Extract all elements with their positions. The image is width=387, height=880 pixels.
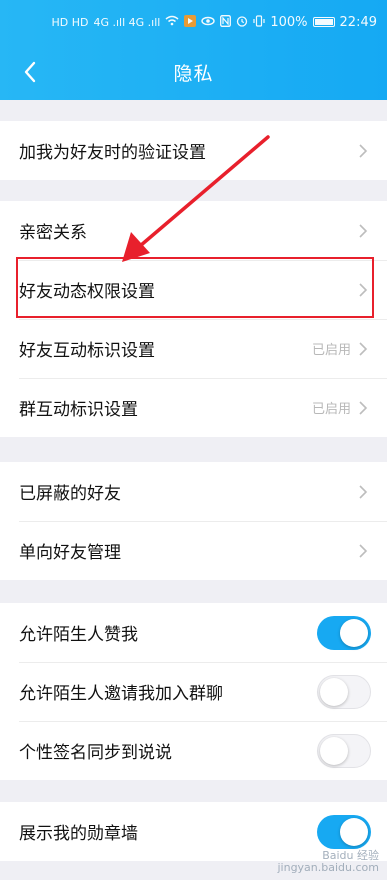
nav-row: 隐私 (0, 44, 387, 100)
watermark: Baidu 经验 jingyan.baidu.com (277, 850, 379, 874)
toggle-knob (340, 817, 368, 846)
chevron-right-icon (359, 143, 368, 158)
back-button[interactable] (12, 44, 48, 100)
row-friend-feed-permissions[interactable]: 好友动态权限设置 (0, 260, 387, 319)
row-right (355, 223, 371, 239)
row-right: 已启用 (312, 339, 371, 358)
watermark-line2: jingyan.baidu.com (277, 861, 379, 874)
row-sync-signature: 个性签名同步到说说 (0, 721, 387, 780)
row-label: 好友互动标识设置 (19, 341, 155, 361)
toggle-knob (320, 736, 348, 765)
status-bar: HD HD 4G .ıll 4G .ıll 100% 22:49 (0, 0, 387, 44)
row-label: 单向好友管理 (19, 543, 121, 563)
row-friend-verification[interactable]: 加我为好友时的验证设置 (0, 121, 387, 180)
toggle-switch[interactable] (317, 615, 371, 650)
row-right (355, 143, 371, 159)
battery-percent: 100% (270, 14, 308, 30)
toggle-knob (320, 677, 348, 706)
row-allow-stranger-group-invites: 允许陌生人邀请我加入群聊 (0, 662, 387, 721)
row-label: 已屏蔽的好友 (19, 484, 121, 504)
chevron-left-icon (24, 61, 36, 83)
settings-section-relations: 亲密关系 好友动态权限设置 好友互动标识设置 已启用 群互动标识设置 已启用 (0, 201, 387, 437)
row-friend-interaction-badge[interactable]: 好友互动标识设置 已启用 (0, 319, 387, 378)
row-label: 允许陌生人邀请我加入群聊 (19, 684, 223, 704)
nfc-icon (220, 14, 232, 30)
page-title: 隐私 (173, 62, 214, 85)
row-one-way-friends[interactable]: 单向好友管理 (0, 521, 387, 580)
row-right: 已启用 (312, 398, 371, 417)
wifi-icon (165, 15, 179, 29)
chevron-right-icon (359, 341, 368, 356)
row-allow-stranger-likes: 允许陌生人赞我 (0, 603, 387, 662)
toggle-knob (340, 618, 368, 647)
alarm-icon (236, 15, 248, 30)
battery-icon (312, 17, 335, 27)
network-badge: HD HD (51, 15, 89, 29)
settings-section-verification: 加我为好友时的验证设置 (0, 121, 387, 180)
row-label: 展示我的勋章墙 (19, 824, 138, 844)
row-label: 亲密关系 (19, 223, 87, 243)
row-group-interaction-badge[interactable]: 群互动标识设置 已启用 (0, 378, 387, 437)
status-text: 已启用 (311, 343, 351, 358)
row-intimate-relations[interactable]: 亲密关系 (0, 201, 387, 260)
row-right (355, 543, 371, 559)
row-label: 加我为好友时的验证设置 (19, 143, 206, 163)
row-right (355, 484, 371, 500)
eye-icon (201, 16, 216, 29)
chevron-right-icon (359, 223, 368, 238)
row-label: 允许陌生人赞我 (19, 625, 138, 645)
vibrate-icon (253, 14, 265, 30)
chevron-right-icon (359, 543, 368, 558)
row-right (355, 282, 371, 298)
status-icons: HD HD 4G .ıll 4G .ıll 100% 22:49 (51, 14, 377, 30)
settings-section-blocked: 已屏蔽的好友 单向好友管理 (0, 462, 387, 580)
row-blocked-friends[interactable]: 已屏蔽的好友 (0, 462, 387, 521)
app-notification-icon (184, 14, 197, 30)
chevron-right-icon (359, 484, 368, 499)
toggle-switch[interactable] (317, 674, 371, 709)
chevron-right-icon (359, 400, 368, 415)
chevron-right-icon (359, 282, 368, 297)
toggle-switch[interactable] (317, 814, 371, 849)
status-text: 已启用 (311, 402, 351, 417)
row-label: 好友动态权限设置 (19, 282, 155, 302)
toggle-switch[interactable] (317, 733, 371, 768)
row-label: 个性签名同步到说说 (19, 743, 172, 763)
clock: 22:49 (339, 14, 377, 30)
header-bar: HD HD 4G .ıll 4G .ıll 100% 22:49 隐私 (0, 0, 387, 100)
signal-icon: 4G .ıll 4G .ıll (93, 15, 161, 29)
row-label: 群互动标识设置 (19, 400, 138, 420)
settings-section-strangers: 允许陌生人赞我 允许陌生人邀请我加入群聊 个性签名同步到说说 (0, 603, 387, 780)
